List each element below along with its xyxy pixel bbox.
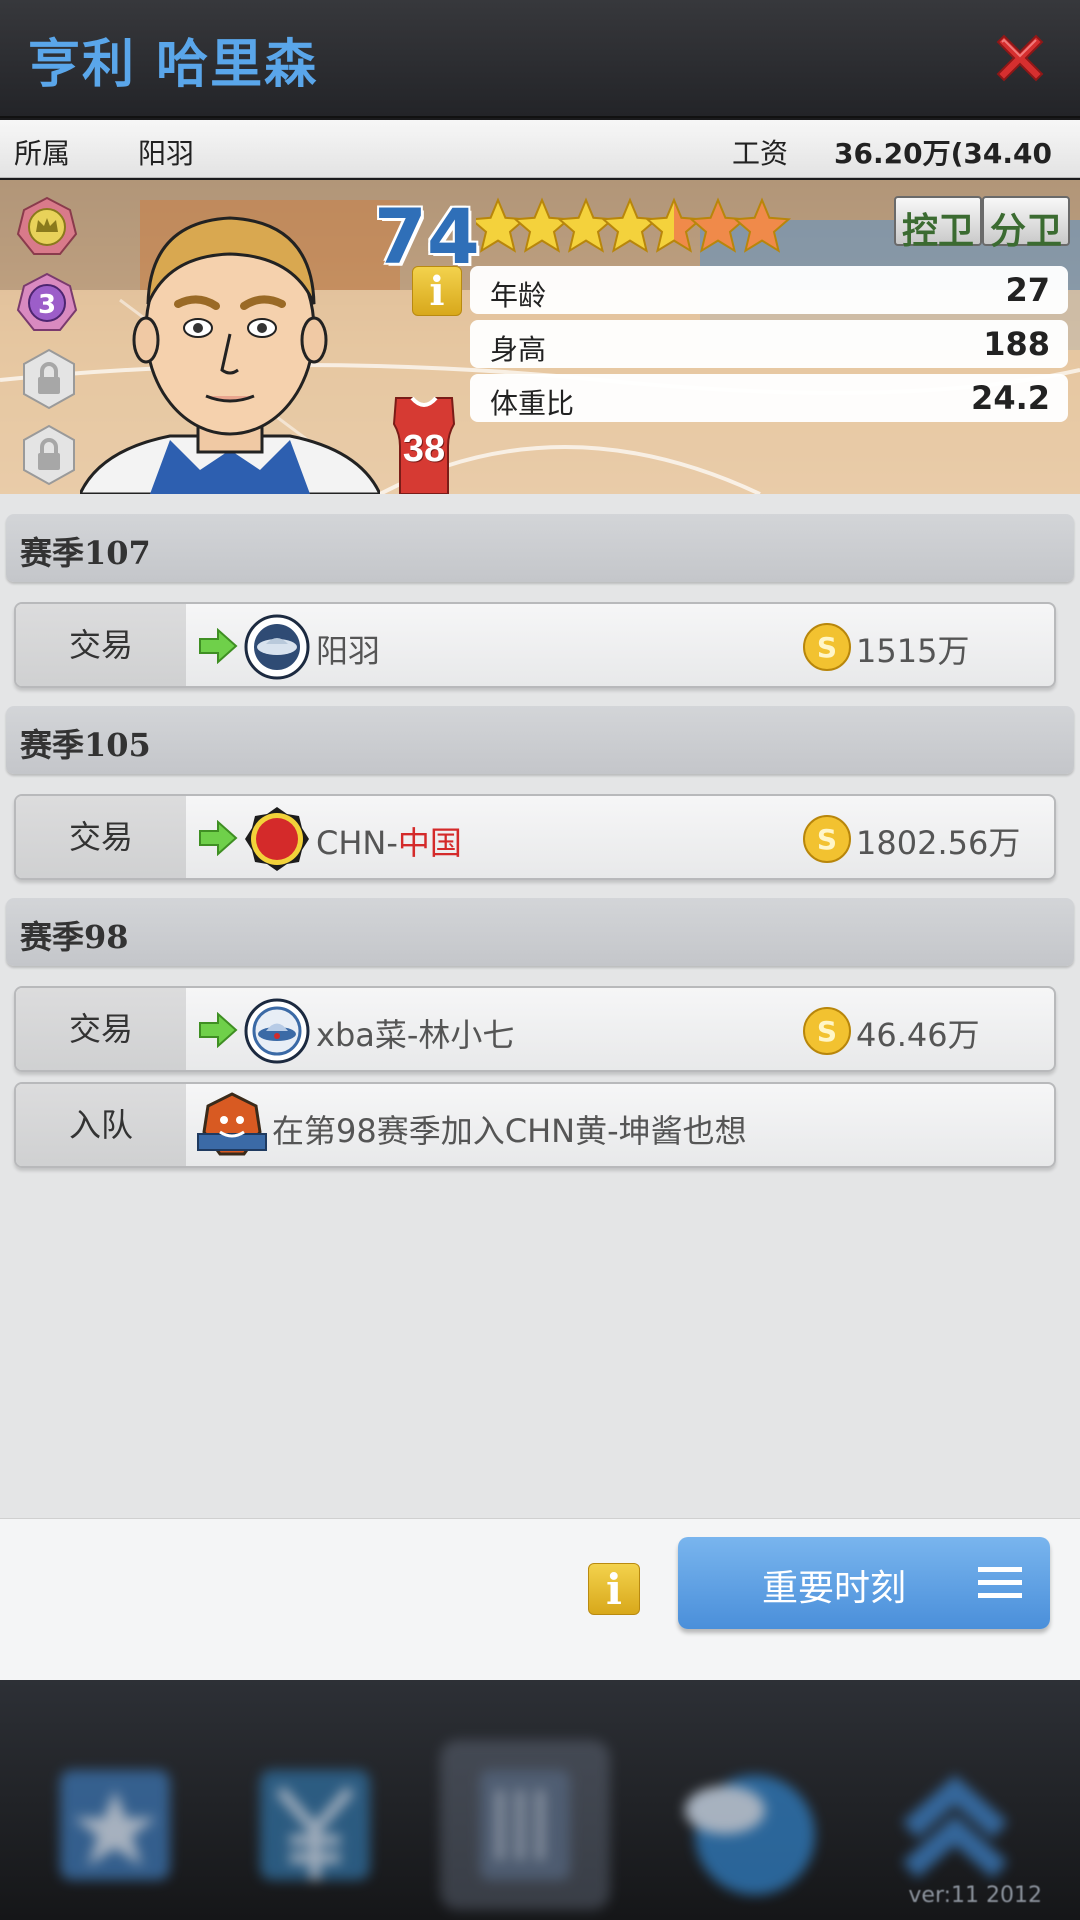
join-description: 在第98赛季加入CHN黄-坤酱也想 <box>272 1112 747 1150</box>
player-portrait-image <box>80 216 380 494</box>
transfer-price: 1515万 <box>856 632 970 670</box>
stat-row-weight-ratio: 体重比 24.2 <box>470 374 1068 422</box>
arrow-right-icon <box>199 820 238 856</box>
stat-value: 188 <box>983 325 1050 363</box>
tab-finance[interactable] <box>230 1740 400 1910</box>
entry-type: 交易 <box>16 988 186 1070</box>
season-header: 赛季107 <box>6 514 1074 582</box>
star-icon <box>556 197 616 253</box>
history-entry[interactable]: 交易 阳羽 S 1515万 <box>14 602 1056 688</box>
title-bar: 亨利 哈里森 <box>0 0 1080 118</box>
chat-globe-icon <box>685 1775 815 1895</box>
svg-text:3: 3 <box>38 290 56 320</box>
stat-value: 27 <box>1005 271 1050 309</box>
team-logo-icon <box>244 998 310 1064</box>
season-label: 赛季107 <box>20 534 151 572</box>
entry-type: 交易 <box>16 796 186 878</box>
stat-label: 年龄 <box>490 279 547 312</box>
action-panel: i 重要时刻 <box>0 1518 1080 1680</box>
china-flag-logo-icon <box>245 807 309 871</box>
transfer-price: 46.46万 <box>856 1016 980 1054</box>
star-icon <box>512 197 572 253</box>
star-icon <box>644 197 704 253</box>
roster-icon <box>480 1770 570 1880</box>
svg-text:S: S <box>817 631 837 664</box>
history-entry[interactable]: 交易 CHN-中国 S 1802.56万 <box>14 794 1056 880</box>
stat-row-age: 年龄 27 <box>470 266 1068 314</box>
coin-icon: S <box>803 1007 851 1055</box>
key-moments-label: 重要时刻 <box>762 1568 907 1609</box>
tab-social[interactable] <box>660 1740 830 1910</box>
player-card: 3 38 74 控卫 分卫 i 年龄 27 身高 188 体重比 24.2 <box>0 180 1080 494</box>
star-icon <box>476 197 528 253</box>
locked-badge-icon[interactable] <box>18 424 80 486</box>
salary-label: 工资 <box>732 137 789 170</box>
info-bar: 所属 阳羽 工资 36.20万(34.40万) <box>0 120 1080 210</box>
team-emblem-icon <box>197 1092 267 1156</box>
level-3-badge-icon[interactable]: 3 <box>16 272 78 334</box>
arrow-right-icon <box>199 628 238 664</box>
team-label: 所属 <box>14 137 71 170</box>
stat-label: 体重比 <box>490 387 575 420</box>
season-header: 赛季98 <box>6 898 1074 966</box>
star-icon <box>688 197 748 253</box>
tab-team[interactable] <box>440 1740 610 1910</box>
bottom-tab-bar: ver:11 2012 <box>0 1680 1080 1920</box>
stat-value: 24.2 <box>971 379 1050 417</box>
svg-text:S: S <box>817 1015 837 1048</box>
star-icon <box>600 197 660 253</box>
star-rating <box>476 197 792 253</box>
season-label: 赛季98 <box>20 918 129 956</box>
stat-label: 身高 <box>490 333 547 366</box>
star-icon <box>732 197 792 253</box>
history-entry[interactable]: 入队 在第98赛季加入CHN黄-坤酱也想 <box>14 1082 1056 1168</box>
transfer-history-list: 赛季107 交易 阳羽 S 1515万 赛季105 交易 CHN-中国 S 18… <box>0 494 1080 1518</box>
team-name: xba菜-林小七 <box>316 1016 515 1054</box>
close-icon[interactable] <box>990 28 1050 88</box>
season-header: 赛季105 <box>6 706 1074 774</box>
team-value: 阳羽 <box>138 137 195 170</box>
player-name-title: 亨利 哈里森 <box>28 35 319 95</box>
locked-badge-icon[interactable] <box>18 348 80 410</box>
season-label: 赛季105 <box>20 726 151 764</box>
history-entry[interactable]: 交易 xba菜-林小七 S 46.46万 <box>14 986 1056 1072</box>
player-detail-screen: 亨利 哈里森 所属 阳羽 工资 36.20万(34.40万) <box>0 0 1080 1920</box>
info-icon[interactable]: i <box>588 1563 640 1615</box>
info-icon[interactable]: i <box>412 266 462 316</box>
position-tag-pg: 控卫 <box>894 196 983 252</box>
menu-icon <box>978 1567 1022 1598</box>
jersey-number: 38 <box>402 428 446 470</box>
key-moments-button[interactable]: 重要时刻 <box>678 1537 1050 1629</box>
svg-text:S: S <box>817 823 837 856</box>
stat-row-height: 身高 188 <box>470 320 1068 368</box>
team-highlight: 中国 <box>397 824 462 862</box>
yen-icon <box>260 1770 370 1880</box>
coin-icon: S <box>803 815 851 863</box>
tab-star[interactable] <box>30 1740 200 1910</box>
coin-icon: S <box>803 623 851 671</box>
team-logo-icon <box>244 614 310 680</box>
team-name: CHN-中国 <box>316 818 462 864</box>
star-bag-icon <box>60 1770 170 1880</box>
entry-type: 交易 <box>16 604 186 686</box>
arrow-right-icon <box>199 1012 238 1048</box>
crown-badge-icon[interactable] <box>16 196 78 258</box>
team-prefix: CHN- <box>316 824 398 862</box>
version-label: ver:11 2012 <box>908 1883 1042 1908</box>
team-name: 阳羽 <box>316 632 381 670</box>
transfer-price: 1802.56万 <box>856 824 1021 862</box>
position-tag-sg: 分卫 <box>982 196 1071 252</box>
entry-type: 入队 <box>16 1084 186 1166</box>
